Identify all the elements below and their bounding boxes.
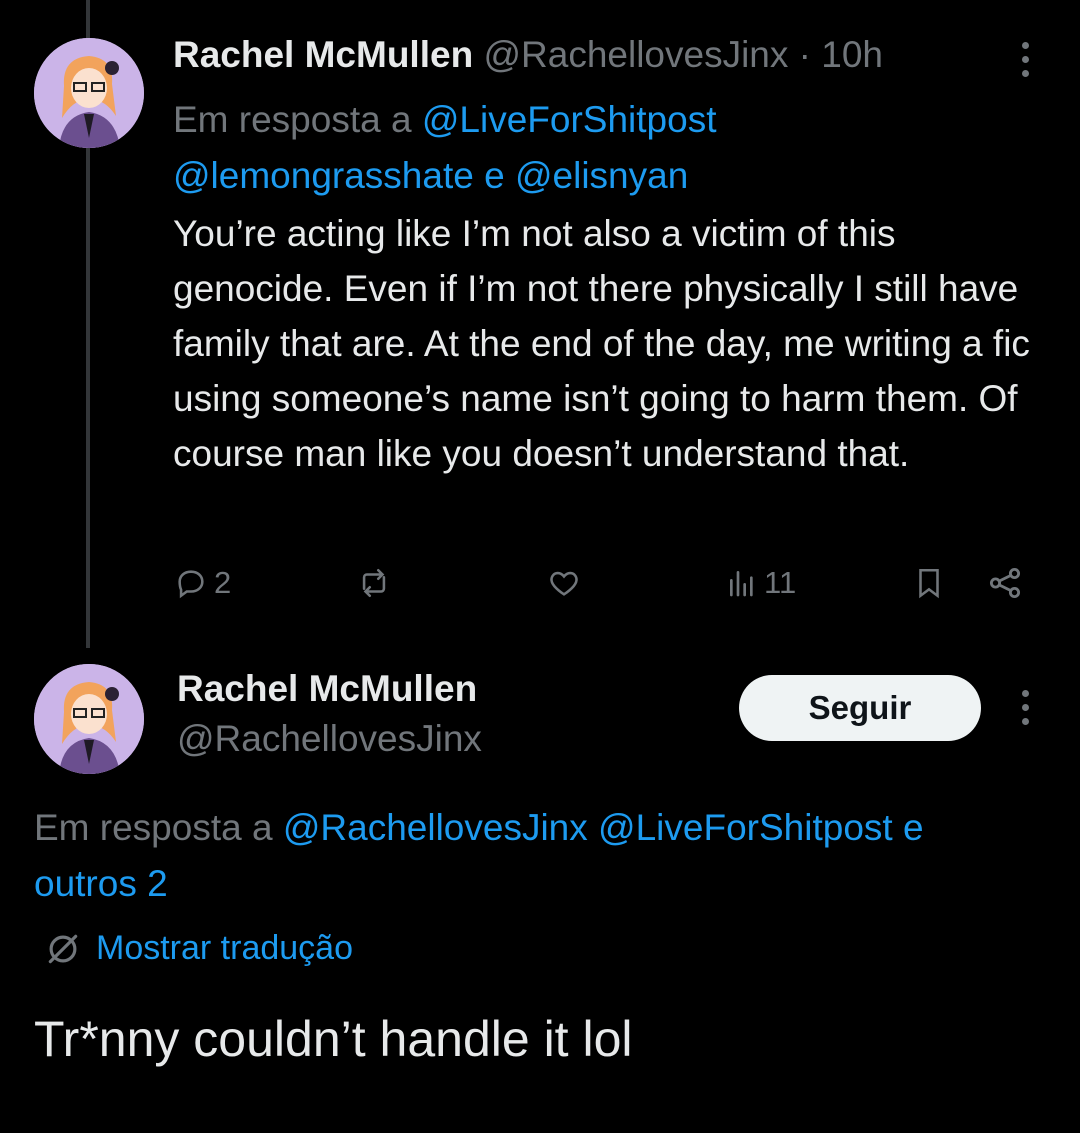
action-bar: 2 11: [170, 558, 1030, 608]
more-icon[interactable]: [1019, 42, 1031, 77]
author-handle[interactable]: @RachellovesJinx: [177, 718, 482, 760]
mention-link[interactable]: @RachellovesJinx: [283, 807, 588, 848]
tweet-header: Rachel McMullen @RachellovesJinx · 10h: [173, 34, 883, 76]
author-name[interactable]: Rachel McMullen: [177, 668, 477, 710]
avatar[interactable]: [34, 38, 144, 148]
mention-link[interactable]: @elisnyan: [515, 155, 688, 196]
reply-prefix: Em resposta a: [34, 807, 273, 848]
reply-count: 2: [214, 565, 232, 600]
reply-and: e: [902, 807, 924, 848]
author-handle[interactable]: @RachellovesJinx: [483, 34, 788, 75]
views-icon: [730, 571, 753, 597]
timestamp[interactable]: 10h: [821, 34, 883, 75]
tweet-text: Tr*nny couldn’t handle it lol: [34, 1011, 633, 1067]
tweet-text: You’re acting like I’m not also a victim…: [173, 213, 1030, 474]
more-icon[interactable]: [1019, 690, 1031, 725]
views-button[interactable]: 11: [726, 558, 796, 608]
retweet-icon: [362, 568, 386, 598]
retweet-button[interactable]: [356, 558, 392, 608]
share-button[interactable]: [986, 558, 1024, 608]
mention-link[interactable]: @lemongrasshate: [173, 155, 474, 196]
reply-prefix: Em resposta a: [173, 99, 412, 140]
follow-button[interactable]: Seguir: [739, 675, 981, 741]
translate-icon: [48, 934, 78, 963]
like-icon: [550, 571, 578, 596]
reply-icon: [178, 570, 204, 599]
reply-button[interactable]: 2: [174, 558, 231, 608]
author-name[interactable]: Rachel McMullen: [173, 34, 473, 75]
share-icon: [989, 567, 1021, 599]
views-count: 11: [764, 565, 797, 600]
bookmark-icon: [919, 568, 939, 599]
mention-link[interactable]: @LiveForShitpost: [598, 807, 893, 848]
translate-label: Mostrar tradução: [96, 929, 353, 967]
like-button[interactable]: [546, 558, 582, 608]
separator-dot: ·: [798, 34, 811, 75]
avatar[interactable]: [34, 664, 144, 774]
bookmark-button[interactable]: [912, 558, 946, 608]
reply-context: Em resposta a @LiveForShitpost @lemongra…: [173, 92, 1033, 204]
reply-and: e: [484, 155, 505, 196]
mention-link[interactable]: @LiveForShitpost: [422, 99, 717, 140]
translate-link[interactable]: Mostrar tradução: [44, 929, 353, 968]
reply-context: Em resposta a @RachellovesJinx @LiveForS…: [34, 800, 1054, 912]
reply-others-link[interactable]: outros 2: [34, 863, 168, 904]
